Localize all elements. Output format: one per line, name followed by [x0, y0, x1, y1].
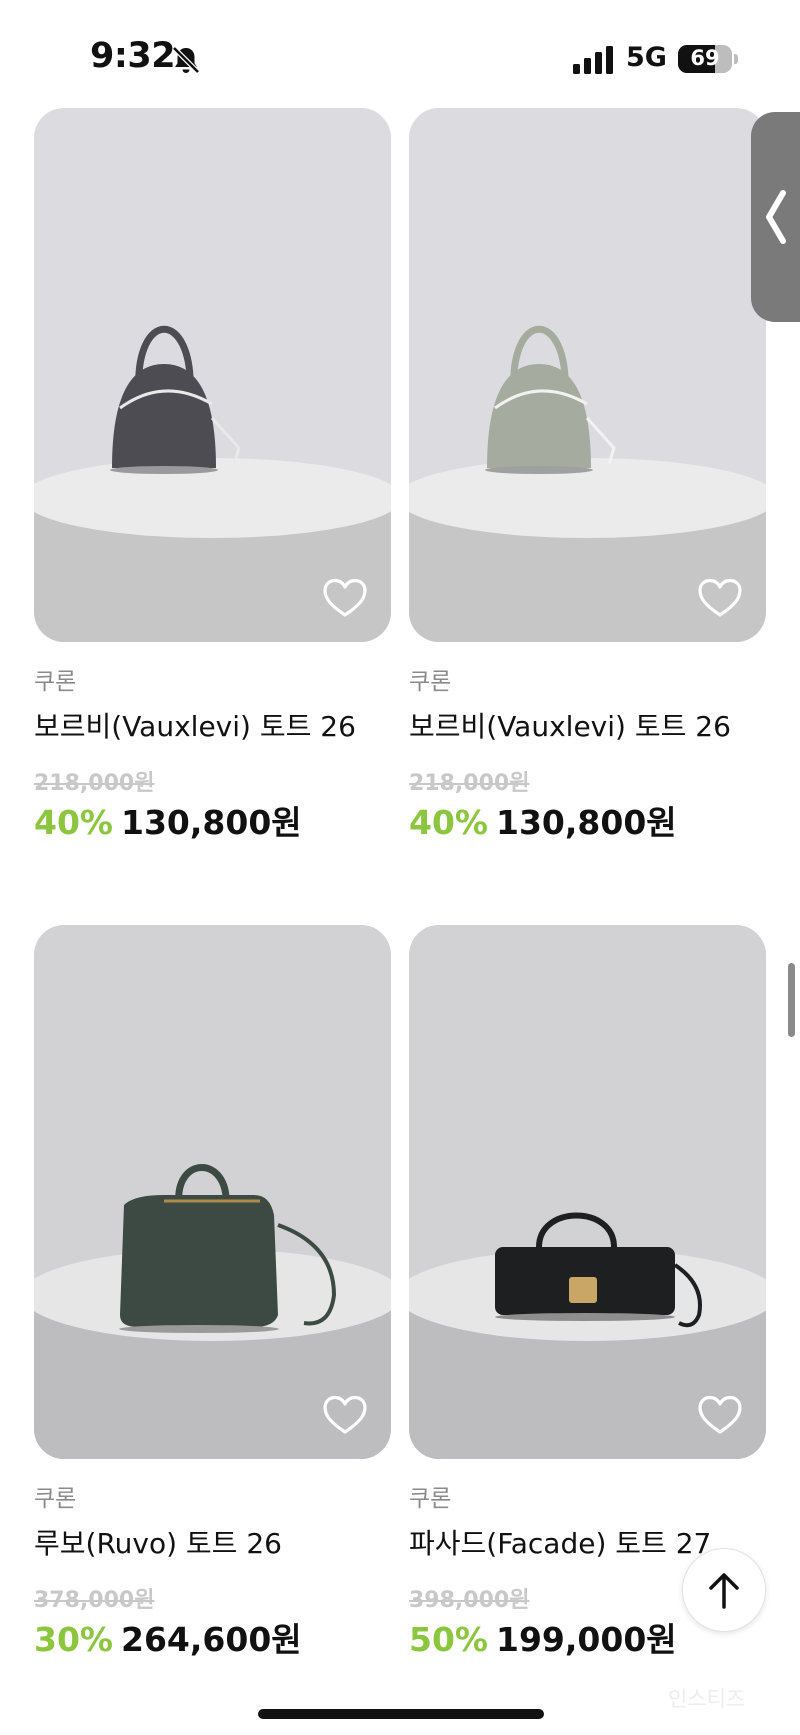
battery-icon: 69 — [678, 45, 732, 73]
discount-rate: 30% — [34, 1620, 113, 1659]
product-image[interactable] — [409, 108, 766, 642]
product-image[interactable] — [409, 925, 766, 1459]
battery-level: 69 — [690, 46, 720, 70]
product-image[interactable] — [34, 925, 391, 1459]
network-type: 5G — [626, 42, 667, 73]
heart-icon[interactable] — [698, 578, 742, 618]
status-time: 9:32 — [90, 36, 176, 76]
product-name[interactable]: 보르비(Vauxlevi) 토트 26 — [409, 705, 731, 745]
product-image[interactable] — [34, 108, 391, 642]
bell-slash-icon — [172, 46, 200, 74]
heart-icon[interactable] — [323, 1395, 367, 1435]
price-row: 30% 264,600원 — [34, 1613, 302, 1661]
signal-icon — [573, 46, 613, 74]
price-row: 40% 130,800원 — [409, 796, 677, 844]
original-price: 218,000원 — [409, 771, 530, 796]
product-name[interactable]: 보르비(Vauxlevi) 토트 26 — [34, 705, 356, 745]
product-name[interactable]: 루보(Ruvo) 토트 26 — [34, 1522, 282, 1562]
chevron-left-icon — [766, 190, 786, 244]
battery-tip — [734, 54, 738, 64]
sale-price: 264,600원 — [121, 1620, 302, 1659]
scroll-to-top-button[interactable] — [682, 1548, 766, 1632]
watermark: 인스티즈 — [668, 1687, 746, 1711]
product-brand: 쿠론 — [409, 669, 452, 695]
product-name[interactable]: 파사드(Facade) 토트 27 — [409, 1522, 711, 1562]
heart-icon[interactable] — [323, 578, 367, 618]
product-brand: 쿠론 — [34, 669, 77, 695]
discount-rate: 40% — [409, 803, 488, 842]
original-price: 398,000원 — [409, 1588, 530, 1613]
side-panel-tab[interactable] — [751, 112, 800, 322]
heart-icon[interactable] — [698, 1395, 742, 1435]
home-indicator[interactable] — [258, 1709, 544, 1719]
sale-price: 130,800원 — [496, 803, 677, 842]
discount-rate: 50% — [409, 1620, 488, 1659]
product-brand: 쿠론 — [409, 1486, 452, 1512]
status-bar: 9:32 5G 69 — [0, 0, 800, 110]
arrow-up-icon — [709, 1573, 739, 1609]
scrollbar[interactable] — [788, 963, 795, 1037]
original-price: 218,000원 — [34, 771, 155, 796]
sale-price: 130,800원 — [121, 803, 302, 842]
price-row: 50% 199,000원 — [409, 1613, 677, 1661]
original-price: 378,000원 — [34, 1588, 155, 1613]
product-brand: 쿠론 — [34, 1486, 77, 1512]
discount-rate: 40% — [34, 803, 113, 842]
price-row: 40% 130,800원 — [34, 796, 302, 844]
sale-price: 199,000원 — [496, 1620, 677, 1659]
